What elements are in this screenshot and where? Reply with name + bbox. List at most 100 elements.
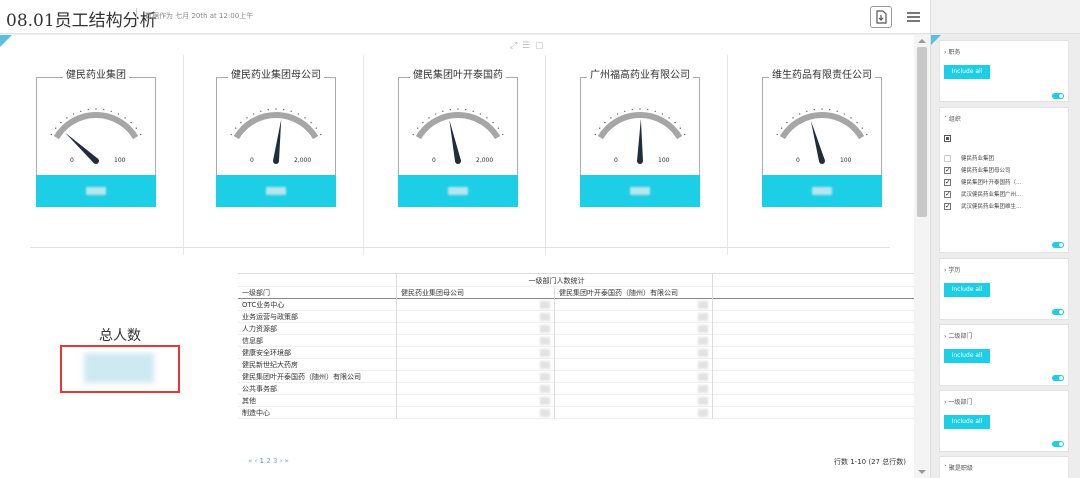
gauge-min-label: 0 — [70, 157, 74, 164]
filter-title: 职务 — [948, 49, 961, 56]
checked-checkbox-icon[interactable] — [944, 165, 951, 175]
select-all-checkbox[interactable] — [944, 134, 961, 144]
gauge-tick — [631, 108, 634, 111]
headcount-cell — [396, 407, 554, 419]
filter-panel-second-level-dept: › 二级部门 Include all — [939, 324, 1069, 386]
headcount-value-redacted — [540, 349, 550, 357]
gauge-arc — [415, 112, 501, 140]
pager-page-2[interactable]: 2 — [266, 457, 270, 465]
scroll-up-arrow[interactable] — [918, 39, 926, 43]
department-name: 信息部 — [242, 337, 263, 345]
section-divider — [30, 247, 890, 248]
department-name: 业务运营与政策部 — [242, 313, 298, 321]
include-all-button[interactable]: Include all — [944, 415, 990, 429]
total-headcount-label: 总人数 — [99, 328, 141, 344]
headcount-value-redacted — [698, 361, 708, 369]
organization-option[interactable]: 健民集团叶开泰国药（... — [944, 177, 1021, 188]
filter-toggle[interactable] — [1052, 309, 1064, 315]
organization-option[interactable]: 健民药业集团母公司 — [944, 165, 1011, 176]
table-row: 健民新世纪大药房 — [238, 359, 914, 371]
export-button[interactable] — [870, 6, 892, 28]
main-scrollbar[interactable] — [914, 35, 930, 478]
gauge-tick — [479, 113, 482, 115]
department-name: 人力资源部 — [242, 325, 277, 333]
gauge-tick — [604, 121, 606, 124]
checked-checkbox-icon[interactable] — [944, 177, 951, 187]
department-name: 健康安全环境部 — [242, 349, 291, 357]
gauge-tick — [310, 121, 312, 124]
include-all-button[interactable]: Include all — [944, 349, 990, 363]
gauge-tick — [72, 113, 75, 115]
gauge-max-label: 100 — [840, 157, 852, 164]
pager-next[interactable]: › » — [280, 457, 289, 465]
filter-toggle[interactable] — [1052, 242, 1064, 248]
headcount-cell — [554, 359, 712, 371]
gauge-tick — [102, 108, 105, 111]
include-all-button[interactable]: Include all — [944, 283, 990, 297]
department-name: 健民集团叶开泰国药（随州）有限公司 — [242, 373, 361, 381]
column-header-yekaitai[interactable]: 健民集团叶开泰国药（随州）有限公司 — [554, 287, 712, 299]
data-as-of-timestamp: 数据作为 七月 20th at 12:00上午 — [145, 12, 254, 20]
organization-option[interactable]: 武汉健民药业集团维生... — [944, 201, 1021, 212]
gauge-min-label: 0 — [614, 157, 618, 164]
pager-page-3[interactable]: 3 — [273, 457, 277, 465]
gauge-tick — [434, 113, 437, 115]
gauge-tick — [679, 127, 682, 129]
table-group-header-row: 一级部门人数统计 — [238, 273, 914, 288]
gauge-tick — [449, 108, 452, 111]
gauge-tick — [497, 127, 500, 129]
headcount-value-redacted — [540, 385, 550, 393]
chevron-down-icon: ˇ — [944, 465, 947, 472]
gauge-arc — [779, 112, 865, 140]
gauge-tick — [66, 117, 68, 119]
gauge-tick — [813, 108, 816, 111]
gauge-card: 维生药品有限责任公司 0 100 — [762, 70, 882, 207]
gauge-tick — [654, 110, 656, 112]
filter-toggle[interactable] — [1052, 93, 1064, 99]
gauge-tick — [110, 110, 112, 112]
table-row: 其他 — [238, 395, 914, 407]
chevron-down-icon: ˇ — [944, 116, 947, 123]
table-header-row: 一级部门 健民药业集团母公司 健民集团叶开泰国药（随州）有限公司 — [238, 287, 914, 299]
filter-toggle[interactable] — [1052, 441, 1064, 447]
include-all-button[interactable]: Include all — [944, 65, 990, 79]
menu-button[interactable] — [902, 6, 924, 28]
filter-toggle[interactable] — [1052, 375, 1064, 381]
gauge-tick — [836, 110, 838, 112]
gauge-value-bar — [36, 175, 156, 207]
pager-page-1[interactable]: 1 — [260, 457, 264, 465]
table-row: 制造中心 — [238, 407, 914, 419]
headcount-value-redacted — [698, 337, 708, 345]
column-header-parent-company[interactable]: 健民药业集团母公司 — [396, 287, 554, 299]
checked-checkbox-icon[interactable] — [944, 189, 951, 199]
gauge-tick — [297, 113, 300, 115]
gauge-hub — [637, 158, 643, 164]
view-tools[interactable]: ⤢ ☰ ▢ — [510, 41, 545, 51]
organization-option[interactable]: 武汉健民药业集团广州... — [944, 189, 1021, 200]
pager-prev[interactable]: « ‹ — [248, 457, 257, 465]
headcount-value-redacted — [540, 397, 550, 405]
scroll-down-arrow[interactable] — [918, 470, 926, 474]
checked-checkbox-icon[interactable] — [944, 201, 951, 211]
headcount-cell — [554, 323, 712, 335]
department-headcount-table: 一级部门人数统计 一级部门 健民药业集团母公司 健民集团叶开泰国药（随州）有限公… — [238, 273, 914, 419]
unchecked-checkbox-icon[interactable] — [944, 155, 951, 162]
organization-option[interactable]: 健民药业集团 — [944, 154, 994, 164]
gauge-tick — [135, 127, 138, 129]
column-header-department[interactable]: 一级部门 — [238, 287, 396, 299]
table-pager[interactable]: « ‹ 1 2 3 › » — [248, 457, 289, 465]
department-name: 其他 — [242, 397, 256, 405]
gauge-hub — [273, 158, 279, 164]
gauge-tick — [117, 113, 120, 115]
headcount-value-redacted — [698, 325, 708, 333]
gauge-tick — [95, 108, 97, 110]
gauge-dial — [776, 108, 868, 164]
headcount-value-redacted — [540, 373, 550, 381]
gauge-dial — [412, 108, 504, 164]
headcount-cell — [396, 371, 554, 383]
scroll-thumb[interactable] — [917, 47, 927, 217]
chevron-right-icon: › — [944, 399, 947, 406]
total-headcount-value-redacted — [84, 353, 154, 383]
filter-title: 学历 — [948, 267, 961, 274]
headcount-value-redacted — [698, 373, 708, 381]
